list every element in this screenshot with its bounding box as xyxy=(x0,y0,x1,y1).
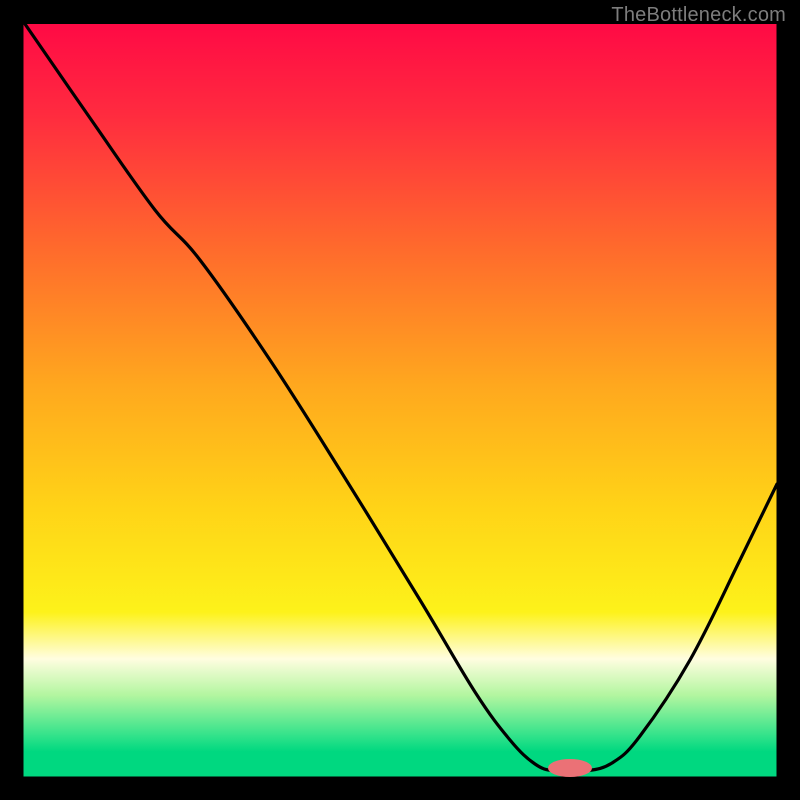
bottleneck-chart xyxy=(0,0,800,800)
optimum-marker xyxy=(548,759,592,777)
watermark-text: TheBottleneck.com xyxy=(611,4,786,27)
heat-gradient-background xyxy=(22,24,778,778)
